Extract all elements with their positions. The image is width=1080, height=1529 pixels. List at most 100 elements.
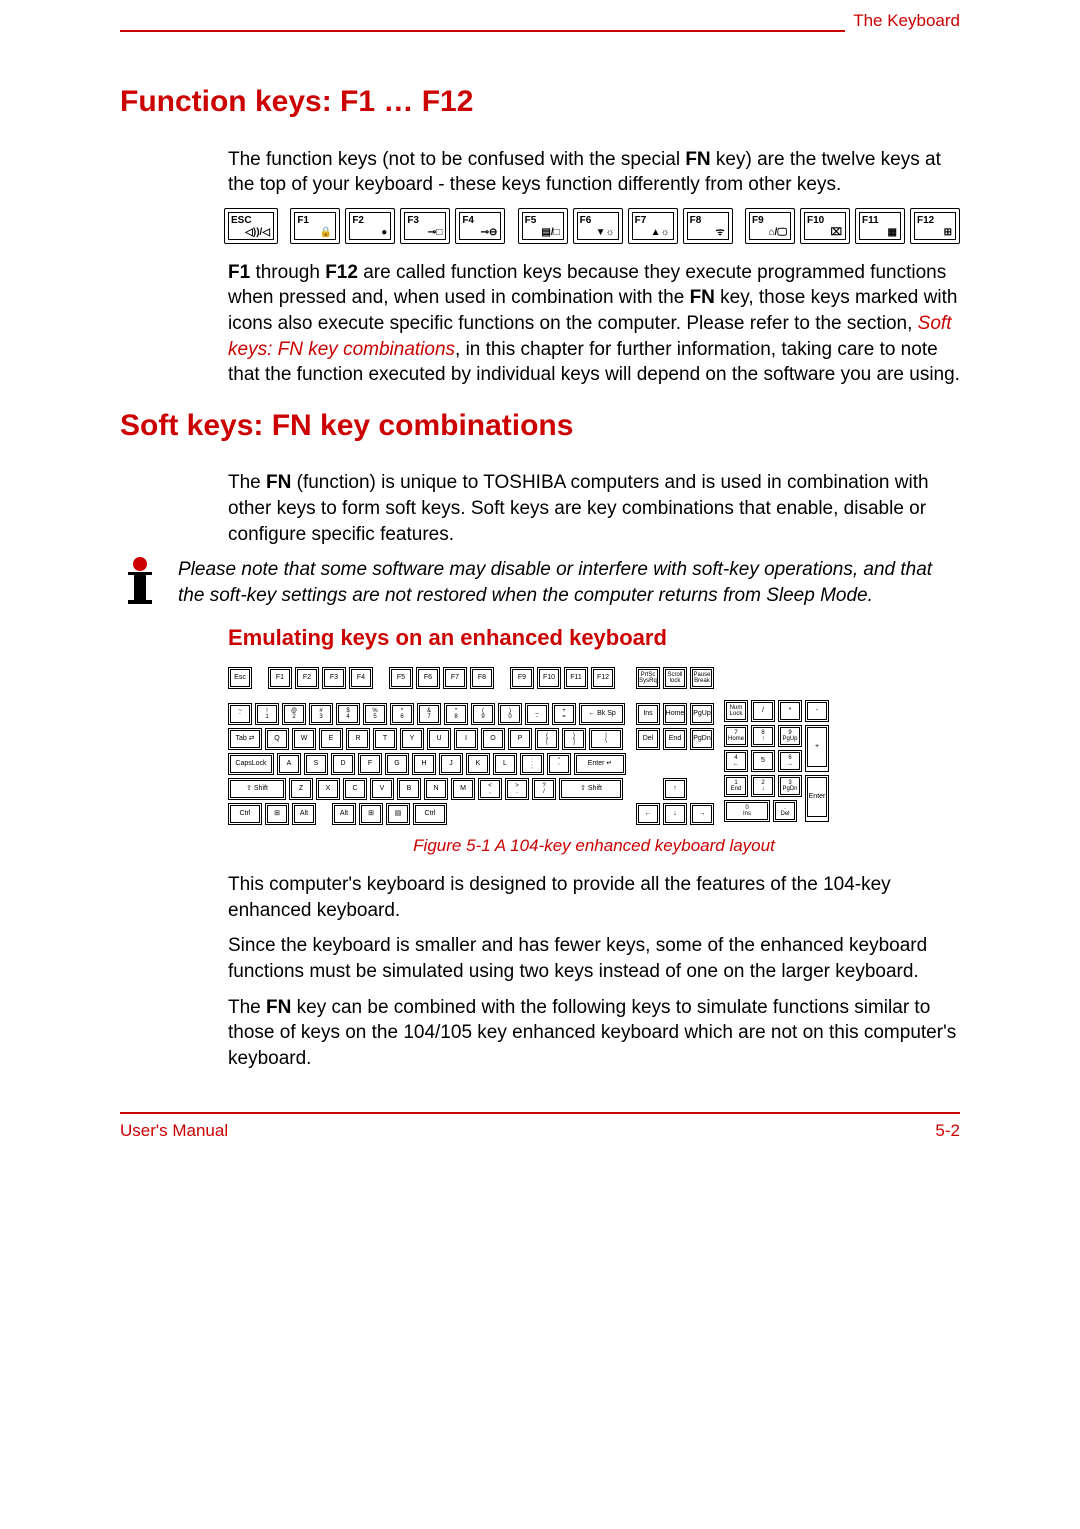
fkey: F7▲☼ bbox=[628, 208, 678, 244]
fkey: F4⊸⊖ bbox=[455, 208, 505, 244]
kb-key: NumLock bbox=[724, 700, 748, 722]
kb-key: 1End bbox=[724, 775, 748, 797]
kb-key: L bbox=[493, 753, 517, 775]
fkey: F9⌂/🖵 bbox=[745, 208, 795, 244]
kb-key: V bbox=[370, 778, 394, 800]
kb-key: Ctrl bbox=[228, 803, 262, 825]
kb-key: F2 bbox=[295, 667, 319, 689]
kb-key: Home bbox=[663, 703, 687, 725]
fkey: F6▼☼ bbox=[573, 208, 623, 244]
kb-key: P bbox=[508, 728, 532, 750]
kb-key: F5 bbox=[389, 667, 413, 689]
kb-key: Alt bbox=[292, 803, 316, 825]
kb-key: Ins bbox=[636, 703, 660, 725]
kb-key: Del bbox=[636, 728, 660, 750]
kb-key: (9 bbox=[471, 703, 495, 725]
kb-key: T bbox=[373, 728, 397, 750]
fkey: F12⊞ bbox=[910, 208, 960, 244]
kb-key: D bbox=[331, 753, 355, 775]
kb-key: *8 bbox=[444, 703, 468, 725]
kb-key: !1 bbox=[255, 703, 279, 725]
kb-key: F7 bbox=[443, 667, 467, 689]
kb-key: ^6 bbox=[390, 703, 414, 725]
kb-key: S bbox=[304, 753, 328, 775]
kb-key: Alt bbox=[332, 803, 356, 825]
kb-key: ← bbox=[636, 803, 660, 825]
kb-key: PauseBreak bbox=[690, 667, 714, 689]
kb-key: %5 bbox=[363, 703, 387, 725]
kb-key: K bbox=[466, 753, 490, 775]
kb-key: ⊞ bbox=[359, 803, 383, 825]
info-icon bbox=[120, 557, 160, 609]
kb-key: ⇧ Shift bbox=[559, 778, 623, 800]
heading-soft-keys: Soft keys: FN key combinations bbox=[120, 406, 960, 447]
kb-key: 2↓ bbox=[751, 775, 775, 797]
note-text: Please note that some software may disab… bbox=[178, 557, 960, 608]
heading-function-keys: Function keys: F1 … F12 bbox=[120, 82, 960, 123]
kb-key: Scrolllock bbox=[663, 667, 687, 689]
fkey: F2● bbox=[345, 208, 395, 244]
kb-key: F1 bbox=[268, 667, 292, 689]
footer-page: 5-2 bbox=[935, 1120, 960, 1143]
kb-key: ↑ bbox=[663, 778, 687, 800]
kb-key: 9PgUp bbox=[778, 725, 802, 747]
kb-key: {[ bbox=[535, 728, 559, 750]
kb-key: @2 bbox=[282, 703, 306, 725]
kb-key: $4 bbox=[336, 703, 360, 725]
kb-key: → bbox=[690, 803, 714, 825]
kb-key: PgUp bbox=[690, 703, 714, 725]
kb-key: End bbox=[663, 728, 687, 750]
footer-manual: User's Manual bbox=[120, 1120, 228, 1143]
kb-key: ~` bbox=[228, 703, 252, 725]
fkey: F5▤/□ bbox=[518, 208, 568, 244]
kb-key: F4 bbox=[349, 667, 373, 689]
kb-key: F bbox=[358, 753, 382, 775]
kb-key: Ctrl bbox=[413, 803, 447, 825]
kb-key: _- bbox=[525, 703, 549, 725]
kb-key: F12 bbox=[591, 667, 615, 689]
kb-key: Y bbox=[400, 728, 424, 750]
kb-key: ?/ bbox=[532, 778, 556, 800]
para-kb-1: This computer's keyboard is designed to … bbox=[228, 872, 960, 923]
kb-key: X bbox=[316, 778, 340, 800]
para-kb-3: The FN key can be combined with the foll… bbox=[228, 995, 960, 1072]
kb-key: H bbox=[412, 753, 436, 775]
kb-key: 0Ins bbox=[724, 800, 770, 822]
para-softkeys-intro: The FN (function) is unique to TOSHIBA c… bbox=[228, 470, 960, 547]
kb-key: :; bbox=[520, 753, 544, 775]
kb-key: .Del bbox=[773, 800, 797, 822]
kb-key: ⊞ bbox=[265, 803, 289, 825]
kb-key: - bbox=[805, 700, 829, 722]
kb-key: U bbox=[427, 728, 451, 750]
kb-key: 3PgDn bbox=[778, 775, 802, 797]
header-section: The Keyboard bbox=[845, 10, 960, 33]
kb-key: #3 bbox=[309, 703, 333, 725]
para-fnkeys-intro: The function keys (not to be confused wi… bbox=[228, 147, 960, 198]
kb-key: B bbox=[397, 778, 421, 800]
kb-key: G bbox=[385, 753, 409, 775]
kb-key: F6 bbox=[416, 667, 440, 689]
fkey: F3⊸□ bbox=[400, 208, 450, 244]
kb-key: F10 bbox=[537, 667, 561, 689]
kb-key: F3 bbox=[322, 667, 346, 689]
kb-key: + bbox=[805, 725, 829, 772]
kb-key: <, bbox=[478, 778, 502, 800]
kb-key: ↓ bbox=[663, 803, 687, 825]
fkey: ESC◁))/◁ bbox=[224, 208, 278, 244]
kb-key: ▤ bbox=[386, 803, 410, 825]
note-block: Please note that some software may disab… bbox=[120, 557, 960, 609]
kb-key: Tab ⇄ bbox=[228, 728, 262, 750]
kb-key: 6→ bbox=[778, 750, 802, 772]
figure-caption: Figure 5-1 A 104-key enhanced keyboard l… bbox=[228, 835, 960, 858]
kb-key: M bbox=[451, 778, 475, 800]
kb-key: 4← bbox=[724, 750, 748, 772]
kb-key: F11 bbox=[564, 667, 588, 689]
kb-key: >. bbox=[505, 778, 529, 800]
heading-emulating: Emulating keys on an enhanced keyboard bbox=[228, 623, 960, 653]
kb-key: * bbox=[778, 700, 802, 722]
kb-key: )0 bbox=[498, 703, 522, 725]
kb-key: Enter ↵ bbox=[574, 753, 626, 775]
fkey: F1🔒 bbox=[290, 208, 340, 244]
kb-key: / bbox=[751, 700, 775, 722]
kb-key: F8 bbox=[470, 667, 494, 689]
